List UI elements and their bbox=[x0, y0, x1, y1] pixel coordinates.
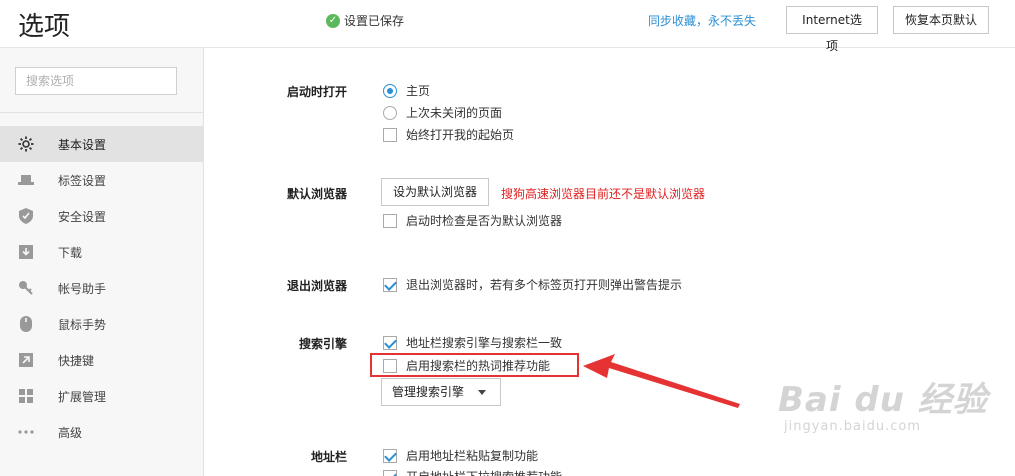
address-bar-label: 地址栏 bbox=[310, 450, 347, 464]
internet-options-button[interactable]: Internet选项 bbox=[786, 6, 878, 53]
tab-icon bbox=[17, 171, 35, 189]
sync-link[interactable]: 同步收藏，永不丢失 bbox=[648, 12, 756, 29]
check-default-on-start-option[interactable]: 启动时检查是否为默认浏览器 bbox=[383, 212, 562, 229]
startup-homepage-option[interactable]: 主页 bbox=[383, 82, 430, 99]
sidebar-item-account[interactable]: 帐号助手 bbox=[0, 270, 204, 306]
exit-browser-label: 退出浏览器 bbox=[286, 279, 347, 293]
startup-label: 启动时打开 bbox=[286, 85, 347, 99]
sidebar-item-label: 标签设置 bbox=[58, 173, 107, 188]
default-browser-label: 默认浏览器 bbox=[286, 187, 347, 201]
watermark-url: jingyan.baidu.com bbox=[784, 419, 921, 434]
exit-warn-label: 退出浏览器时，若有多个标签页打开则弹出警告提示 bbox=[406, 278, 683, 292]
paste-copy-label: 启用地址栏粘贴复制功能 bbox=[406, 449, 539, 463]
sidebar-item-label: 扩展管理 bbox=[58, 389, 107, 404]
sidebar-item-basic[interactable]: 基本设置 bbox=[0, 126, 204, 162]
sidebar-item-label: 鼠标手势 bbox=[58, 317, 107, 332]
search-engine-label: 搜索引擎 bbox=[298, 337, 347, 351]
always-open-start-option[interactable]: 始终打开我的起始页 bbox=[383, 126, 514, 143]
sidebar-item-label: 快捷键 bbox=[58, 353, 95, 368]
settings-page: { "header": { "title": "选项", "saved_stat… bbox=[0, 0, 1015, 476]
address-consistent-label: 地址栏搜索引擎与搜索栏一致 bbox=[406, 336, 563, 350]
page-title: 选项 bbox=[18, 12, 71, 42]
sidebar-item-mouse-gesture[interactable]: 鼠标手势 bbox=[0, 306, 204, 342]
sidebar-item-label: 基本设置 bbox=[58, 137, 107, 152]
radio-last-session[interactable] bbox=[383, 105, 397, 120]
sidebar-nav: 基本设置 标签设置 安全设置 下载 帐号助手 鼠标手势 快捷键 扩展管理 高级 bbox=[0, 126, 204, 450]
checkbox-paste-copy[interactable] bbox=[383, 448, 397, 463]
check-circle-icon: ✓ bbox=[326, 13, 340, 28]
check-default-label: 启动时检查是否为默认浏览器 bbox=[406, 214, 563, 228]
sidebar-item-tabs[interactable]: 标签设置 bbox=[0, 162, 204, 198]
download-icon bbox=[17, 243, 35, 261]
always-open-start-label: 始终打开我的起始页 bbox=[406, 128, 515, 142]
chevron-down-icon bbox=[478, 390, 487, 395]
annotation-arrow-icon bbox=[583, 354, 740, 408]
startup-last-session-option[interactable]: 上次未关闭的页面 bbox=[383, 104, 502, 121]
baidu-jingyan-watermark: Bai du 经验 jingyan.baidu.com bbox=[778, 372, 988, 434]
sidebar-item-advanced[interactable]: 高级 bbox=[0, 414, 204, 450]
startup-last-session-label: 上次未关闭的页面 bbox=[406, 106, 503, 120]
key-icon bbox=[17, 279, 35, 297]
shield-icon bbox=[17, 207, 35, 225]
sidebar-item-extensions[interactable]: 扩展管理 bbox=[0, 378, 204, 414]
more-dots-icon bbox=[17, 423, 35, 441]
saved-status-text: 设置已保存 bbox=[344, 14, 405, 28]
set-default-browser-button[interactable]: 设为默认浏览器 bbox=[381, 178, 489, 206]
sidebar-item-label: 高级 bbox=[58, 425, 83, 440]
startup-homepage-label: 主页 bbox=[406, 84, 431, 98]
exit-warn-option[interactable]: 退出浏览器时，若有多个标签页打开则弹出警告提示 bbox=[383, 276, 682, 293]
sidebar: 基本设置 标签设置 安全设置 下载 帐号助手 bbox=[0, 48, 204, 476]
checkbox-address-consistent[interactable] bbox=[383, 335, 397, 350]
saved-status: ✓ 设置已保存 bbox=[326, 12, 404, 29]
sidebar-item-label: 下载 bbox=[58, 245, 83, 260]
checkbox-always-open-start[interactable] bbox=[383, 127, 397, 142]
header-bar: 选项 ✓ 设置已保存 同步收藏，永不丢失 Internet选项 恢复本页默认 bbox=[0, 0, 1015, 53]
sidebar-item-label: 安全设置 bbox=[58, 209, 107, 224]
sidebar-item-label: 帐号助手 bbox=[58, 281, 107, 296]
manage-search-engines-button[interactable]: 管理搜索引擎 bbox=[381, 378, 501, 406]
annotation-highlight-box bbox=[370, 353, 579, 377]
sidebar-item-security[interactable]: 安全设置 bbox=[0, 198, 204, 234]
radio-homepage[interactable] bbox=[383, 83, 397, 98]
address-search-consistent-option[interactable]: 地址栏搜索引擎与搜索栏一致 bbox=[383, 334, 562, 351]
search-input[interactable] bbox=[15, 67, 177, 95]
paste-copy-option[interactable]: 启用地址栏粘贴复制功能 bbox=[383, 447, 538, 464]
checkbox-address-suggest[interactable] bbox=[383, 469, 397, 476]
default-browser-warning: 搜狗高速浏览器目前还不是默认浏览器 bbox=[501, 187, 706, 201]
mouse-icon bbox=[17, 315, 35, 333]
watermark-logo: Bai du 经验 bbox=[778, 380, 988, 420]
address-suggest-option[interactable]: 开启地址栏下拉搜索推荐功能 bbox=[383, 468, 562, 476]
checkbox-exit-warn[interactable] bbox=[383, 277, 397, 292]
gear-icon bbox=[17, 135, 35, 153]
manage-search-engines-label: 管理搜索引擎 bbox=[392, 385, 465, 399]
extensions-grid-icon bbox=[17, 387, 35, 405]
sidebar-item-download[interactable]: 下载 bbox=[0, 234, 204, 270]
restore-defaults-button[interactable]: 恢复本页默认 bbox=[893, 6, 989, 34]
checkbox-check-default[interactable] bbox=[383, 213, 397, 228]
address-suggest-label: 开启地址栏下拉搜索推荐功能 bbox=[406, 468, 562, 476]
shortcut-arrow-icon bbox=[17, 351, 35, 369]
sidebar-item-shortcuts[interactable]: 快捷键 bbox=[0, 342, 204, 378]
sidebar-divider bbox=[0, 112, 204, 113]
